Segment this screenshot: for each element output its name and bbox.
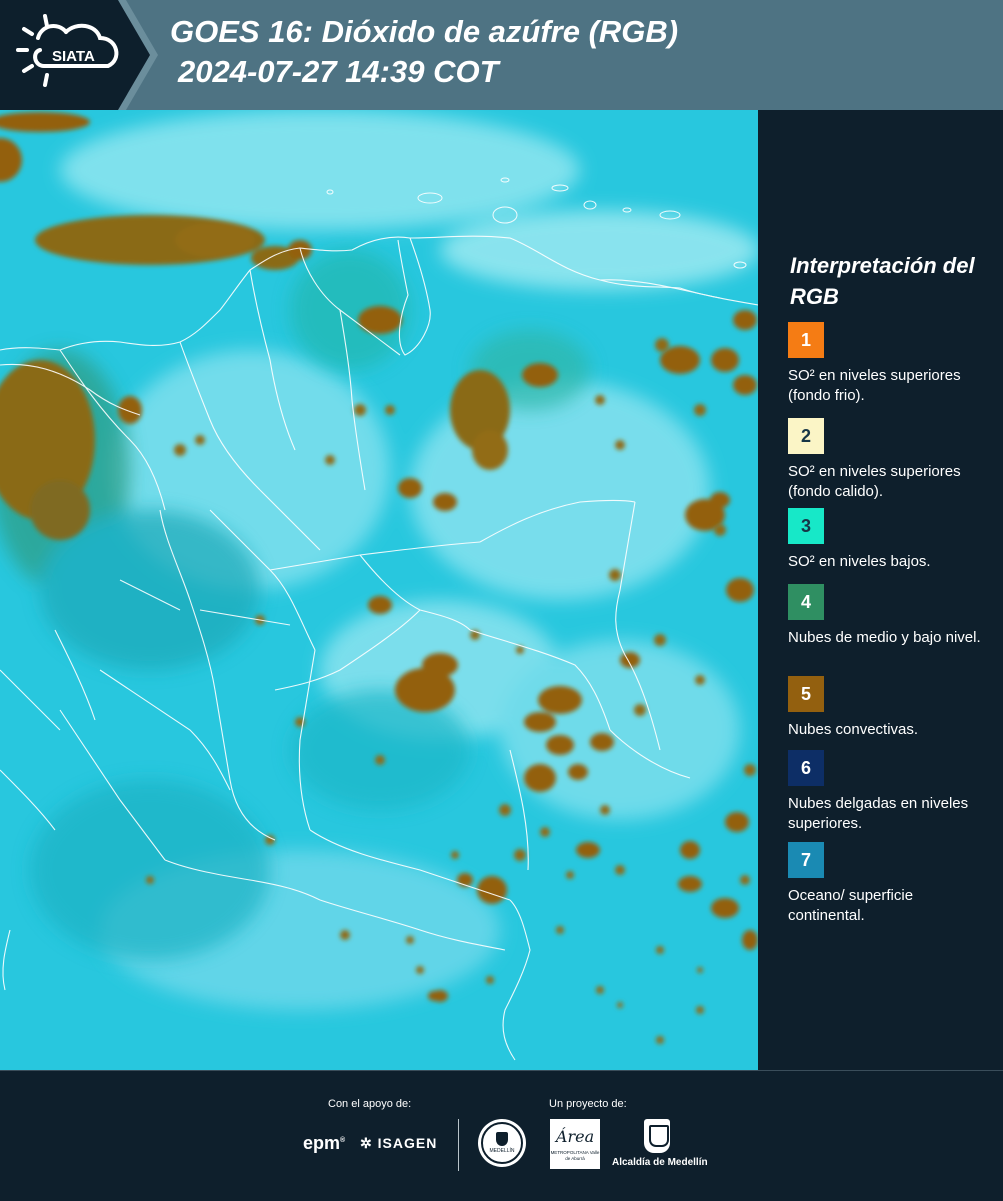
legend-label-6: Nubes delgadas en niveles superiores. [788, 795, 969, 832]
legend-swatch-5: 5 [788, 676, 824, 712]
siata-logo-text: SIATA [52, 48, 95, 65]
project-label: Un proyecto de: [549, 1098, 627, 1110]
legend-label-7: Oceano/ superficie continental. [788, 887, 914, 924]
footer: Con el apoyo de: Un proyecto de: epm® ✲ … [0, 1070, 1003, 1201]
alcaldia-shield-icon [644, 1119, 670, 1153]
medellin-seal: MEDELLÍN [478, 1119, 526, 1167]
legend-item-1: 1 SO² en niveles superiores (fondo frio)… [788, 322, 988, 406]
area-metropolitana-logo: Área METROPOLITANA Valle de Aburrá [550, 1119, 600, 1169]
timestamp: 2024-07-27 14:39 COT [178, 54, 499, 89]
legend-label-4: Nubes de medio y bajo nivel. [788, 629, 981, 646]
legend-item-7: 7 Oceano/ superficie continental. [788, 842, 988, 926]
legend-swatch-3: 3 [788, 508, 824, 544]
legend-swatch-1: 1 [788, 322, 824, 358]
legend-swatch-4: 4 [788, 584, 824, 620]
seal-text: MEDELLÍN [489, 1148, 515, 1154]
epm-logo-text: epm [303, 1133, 341, 1153]
area-logo-text: Área [555, 1127, 595, 1146]
alcaldia-logo: Alcaldía de Medellín [612, 1119, 708, 1169]
epm-logo: epm® [303, 1133, 346, 1153]
legend-item-6: 6 Nubes delgadas en niveles superiores. [788, 750, 988, 834]
legend-item-4: 4 Nubes de medio y bajo nivel. [788, 584, 988, 648]
legend-swatch-7: 7 [788, 842, 824, 878]
legend-swatch-6: 6 [788, 750, 824, 786]
seal-emblem-icon [496, 1132, 508, 1146]
isagen-star-icon: ✲ [360, 1135, 373, 1151]
isagen-logo: ✲ ISAGEN [360, 1135, 437, 1152]
footer-separator [458, 1119, 459, 1171]
legend-panel: Interpretación del RGB 1 SO² en niveles … [758, 110, 1003, 1070]
isagen-logo-text: ISAGEN [377, 1135, 438, 1151]
legend-item-2: 2 SO² en niveles superiores (fondo calid… [788, 418, 988, 502]
area-logo-caption: METROPOLITANA Valle de Aburrá [550, 1150, 600, 1161]
header-bar: SIATA GOES 16: Dióxido de azúfre (RGB) 2… [0, 0, 1003, 110]
legend-label-2: SO² en niveles superiores (fondo calido)… [788, 463, 961, 500]
support-label: Con el apoyo de: [328, 1098, 412, 1110]
legend-label-3: SO² en niveles bajos. [788, 553, 931, 570]
legend-label-5: Nubes convectivas. [788, 721, 919, 738]
sun-cloud-logo-icon: SIATA [16, 14, 119, 87]
legend-label-1: SO² en niveles superiores (fondo frio). [788, 367, 961, 404]
page-title: GOES 16: Dióxido de azúfre (RGB) [170, 14, 679, 49]
legend-item-3: 3 SO² en niveles bajos. [788, 508, 988, 572]
legend-title: Interpretación del RGB [790, 253, 975, 309]
legend-swatch-2: 2 [788, 418, 824, 454]
alcaldia-text: Alcaldía de Medellín [612, 1157, 708, 1168]
satellite-map [0, 110, 758, 1070]
legend-item-5: 5 Nubes convectivas. [788, 676, 988, 740]
